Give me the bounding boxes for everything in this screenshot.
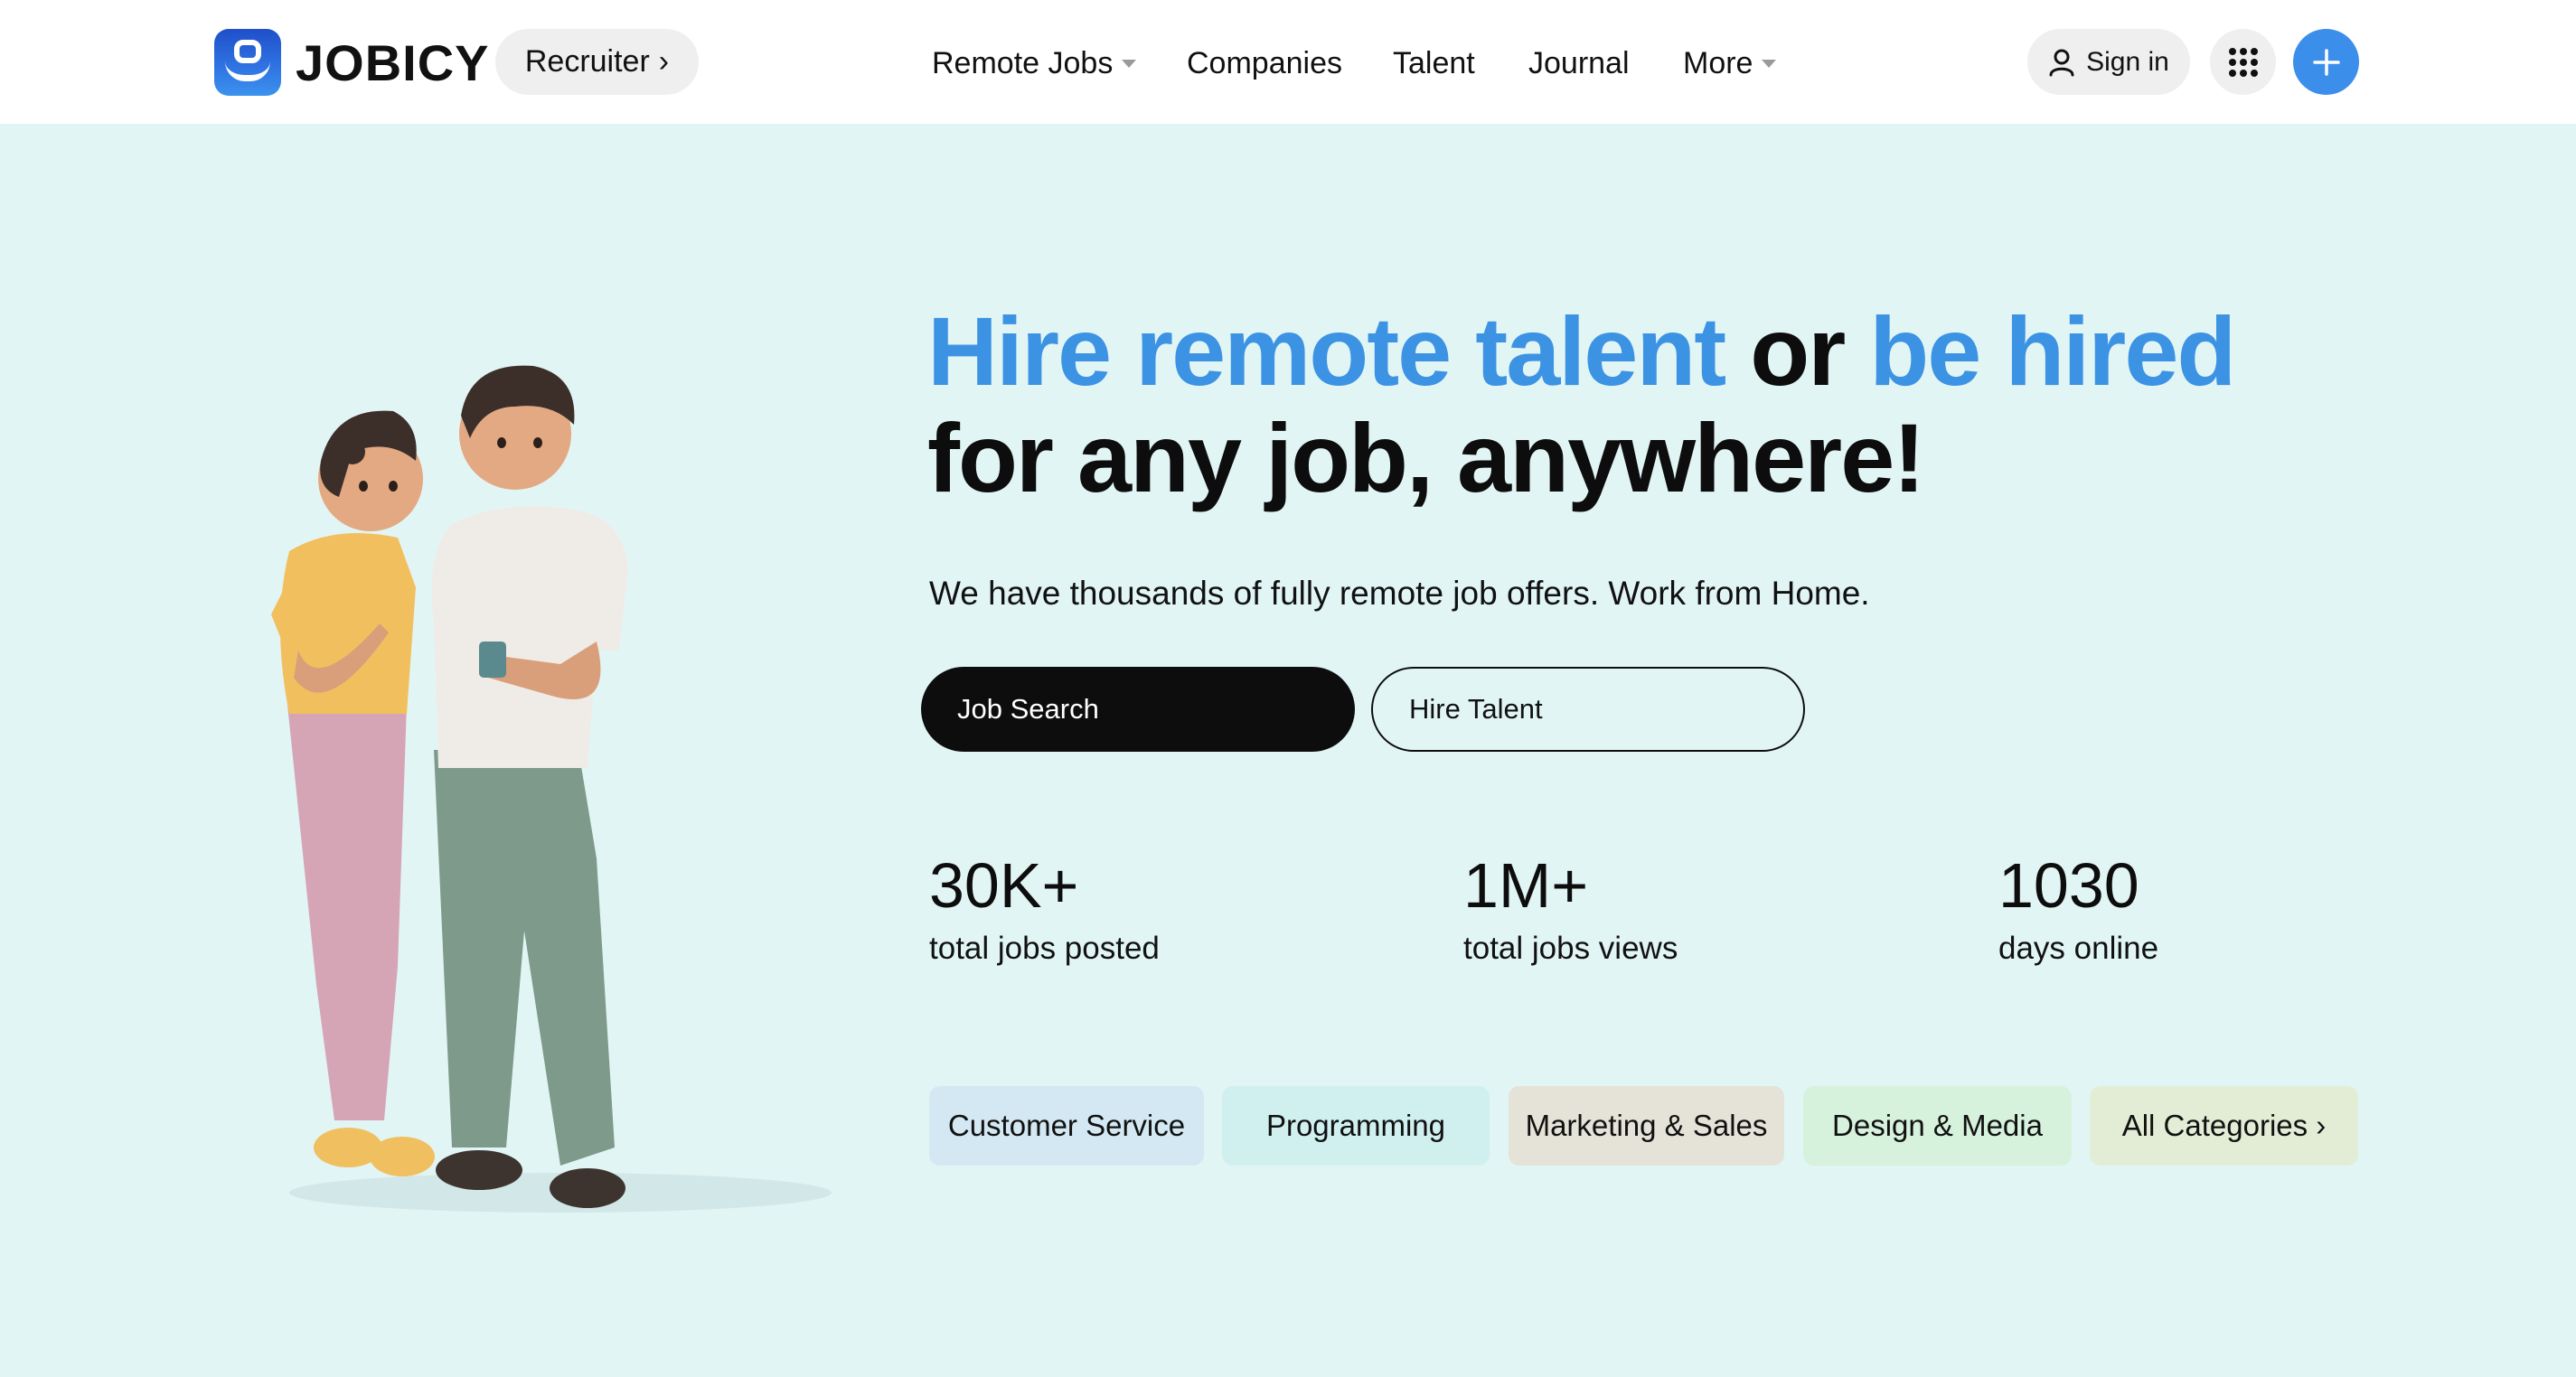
recruiter-button[interactable]: Recruiter › — [495, 29, 699, 95]
nav-more[interactable]: More — [1683, 36, 1777, 90]
stat-value: 1M+ — [1463, 850, 1589, 921]
logo[interactable]: JOBICY — [214, 29, 490, 96]
headline-highlight-2: be hired — [1869, 296, 2236, 406]
apps-menu-button[interactable] — [2210, 29, 2276, 95]
nav-companies-label: Companies — [1187, 45, 1342, 80]
briefcase-logo-icon — [214, 29, 281, 96]
nav-talent-label: Talent — [1393, 45, 1475, 80]
hero-subtext: We have thousands of fully remote job of… — [929, 575, 1870, 612]
people-illustration — [271, 365, 832, 1213]
headline-line-2: for any job, anywhere! — [927, 403, 1925, 512]
category-customer-service[interactable]: Customer Service — [929, 1086, 1204, 1166]
hero-headline: Hire remote talent or be hired for any j… — [927, 296, 2236, 512]
headline-line-1: Hire remote talent or be hired — [927, 296, 2236, 406]
top-navbar: JOBICY Recruiter › Remote Jobs Companies… — [0, 0, 2576, 124]
sign-in-label: Sign in — [2086, 46, 2169, 77]
category-programming[interactable]: Programming — [1222, 1086, 1490, 1166]
nav-talent[interactable]: Talent — [1393, 36, 1475, 90]
headline-connector: or — [1725, 296, 1870, 406]
headline-highlight-1: Hire remote talent — [927, 296, 1726, 406]
add-button[interactable] — [2293, 29, 2359, 95]
hire-talent-button[interactable]: Hire Talent — [1371, 667, 1805, 752]
chevron-right-icon: › — [658, 44, 670, 79]
caret-down-icon — [1762, 59, 1777, 68]
stat-days-online: 1030 days online — [1998, 851, 2158, 969]
nav-remote-jobs[interactable]: Remote Jobs — [932, 36, 1137, 90]
stat-value: 30K+ — [929, 850, 1079, 921]
nav-more-label: More — [1683, 45, 1753, 80]
stat-label: total jobs posted — [929, 931, 1160, 966]
recruiter-label: Recruiter — [524, 44, 650, 79]
stat-label: days online — [1998, 931, 2159, 966]
stat-label: total jobs views — [1463, 931, 1678, 966]
sign-in-button[interactable]: Sign in — [2027, 29, 2190, 95]
user-icon — [2049, 49, 2074, 76]
category-design-media[interactable]: Design & Media — [1803, 1086, 2072, 1166]
caret-down-icon — [1122, 59, 1137, 68]
stat-job-views: 1M+ total jobs views — [1463, 851, 1678, 969]
logo-text: JOBICY — [296, 33, 490, 91]
grid-dots-icon — [2228, 47, 2258, 77]
stat-value: 1030 — [1998, 850, 2139, 921]
nav-companies[interactable]: Companies — [1187, 36, 1342, 90]
nav-journal-label: Journal — [1528, 45, 1630, 80]
category-all[interactable]: All Categories › — [2090, 1086, 2358, 1166]
category-marketing-sales[interactable]: Marketing & Sales — [1509, 1086, 1784, 1166]
stat-jobs-posted: 30K+ total jobs posted — [929, 851, 1160, 969]
job-search-button[interactable]: Job Search — [921, 667, 1355, 752]
plus-icon — [2312, 48, 2340, 76]
nav-journal[interactable]: Journal — [1528, 36, 1630, 90]
nav-remote-jobs-label: Remote Jobs — [932, 45, 1114, 80]
